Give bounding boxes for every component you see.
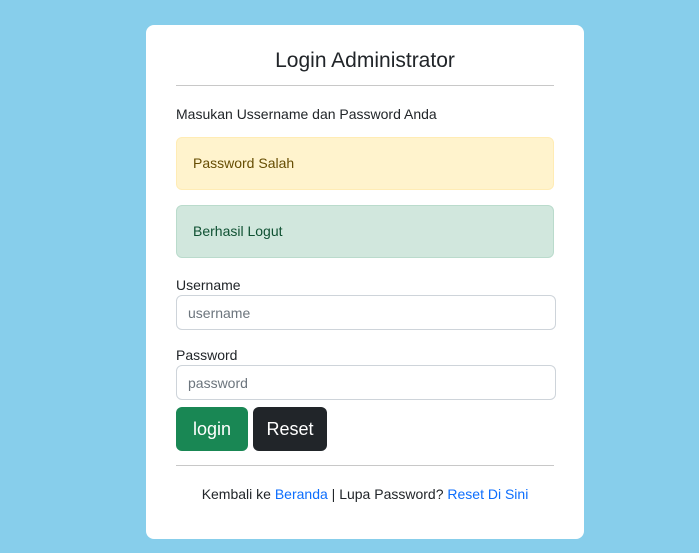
home-link[interactable]: Beranda [275,486,328,502]
footer-links: Kembali ke Beranda | Lupa Password? Rese… [176,484,554,504]
login-button[interactable]: login [176,407,248,451]
username-label: Username [176,277,241,293]
password-label: Password [176,347,238,363]
button-row: login Reset [176,407,554,451]
reset-password-link[interactable]: Reset Di Sini [447,486,528,502]
footer-separator: | Lupa Password? [327,486,448,502]
footer-prefix: Kembali ke [201,486,275,502]
divider-top [176,85,554,86]
intro-text: Masukan Ussername dan Password Anda [176,106,437,122]
page-title: Login Administrator [275,49,455,72]
reset-button[interactable]: Reset [253,407,327,451]
alert-logout-success: Berhasil Logut [176,205,554,258]
divider-bottom [176,465,554,466]
username-input[interactable] [176,295,556,330]
alert-password-wrong: Password Salah [176,137,554,190]
password-input[interactable] [176,365,556,400]
login-card: Login Administrator Masukan Ussername da… [146,25,584,539]
